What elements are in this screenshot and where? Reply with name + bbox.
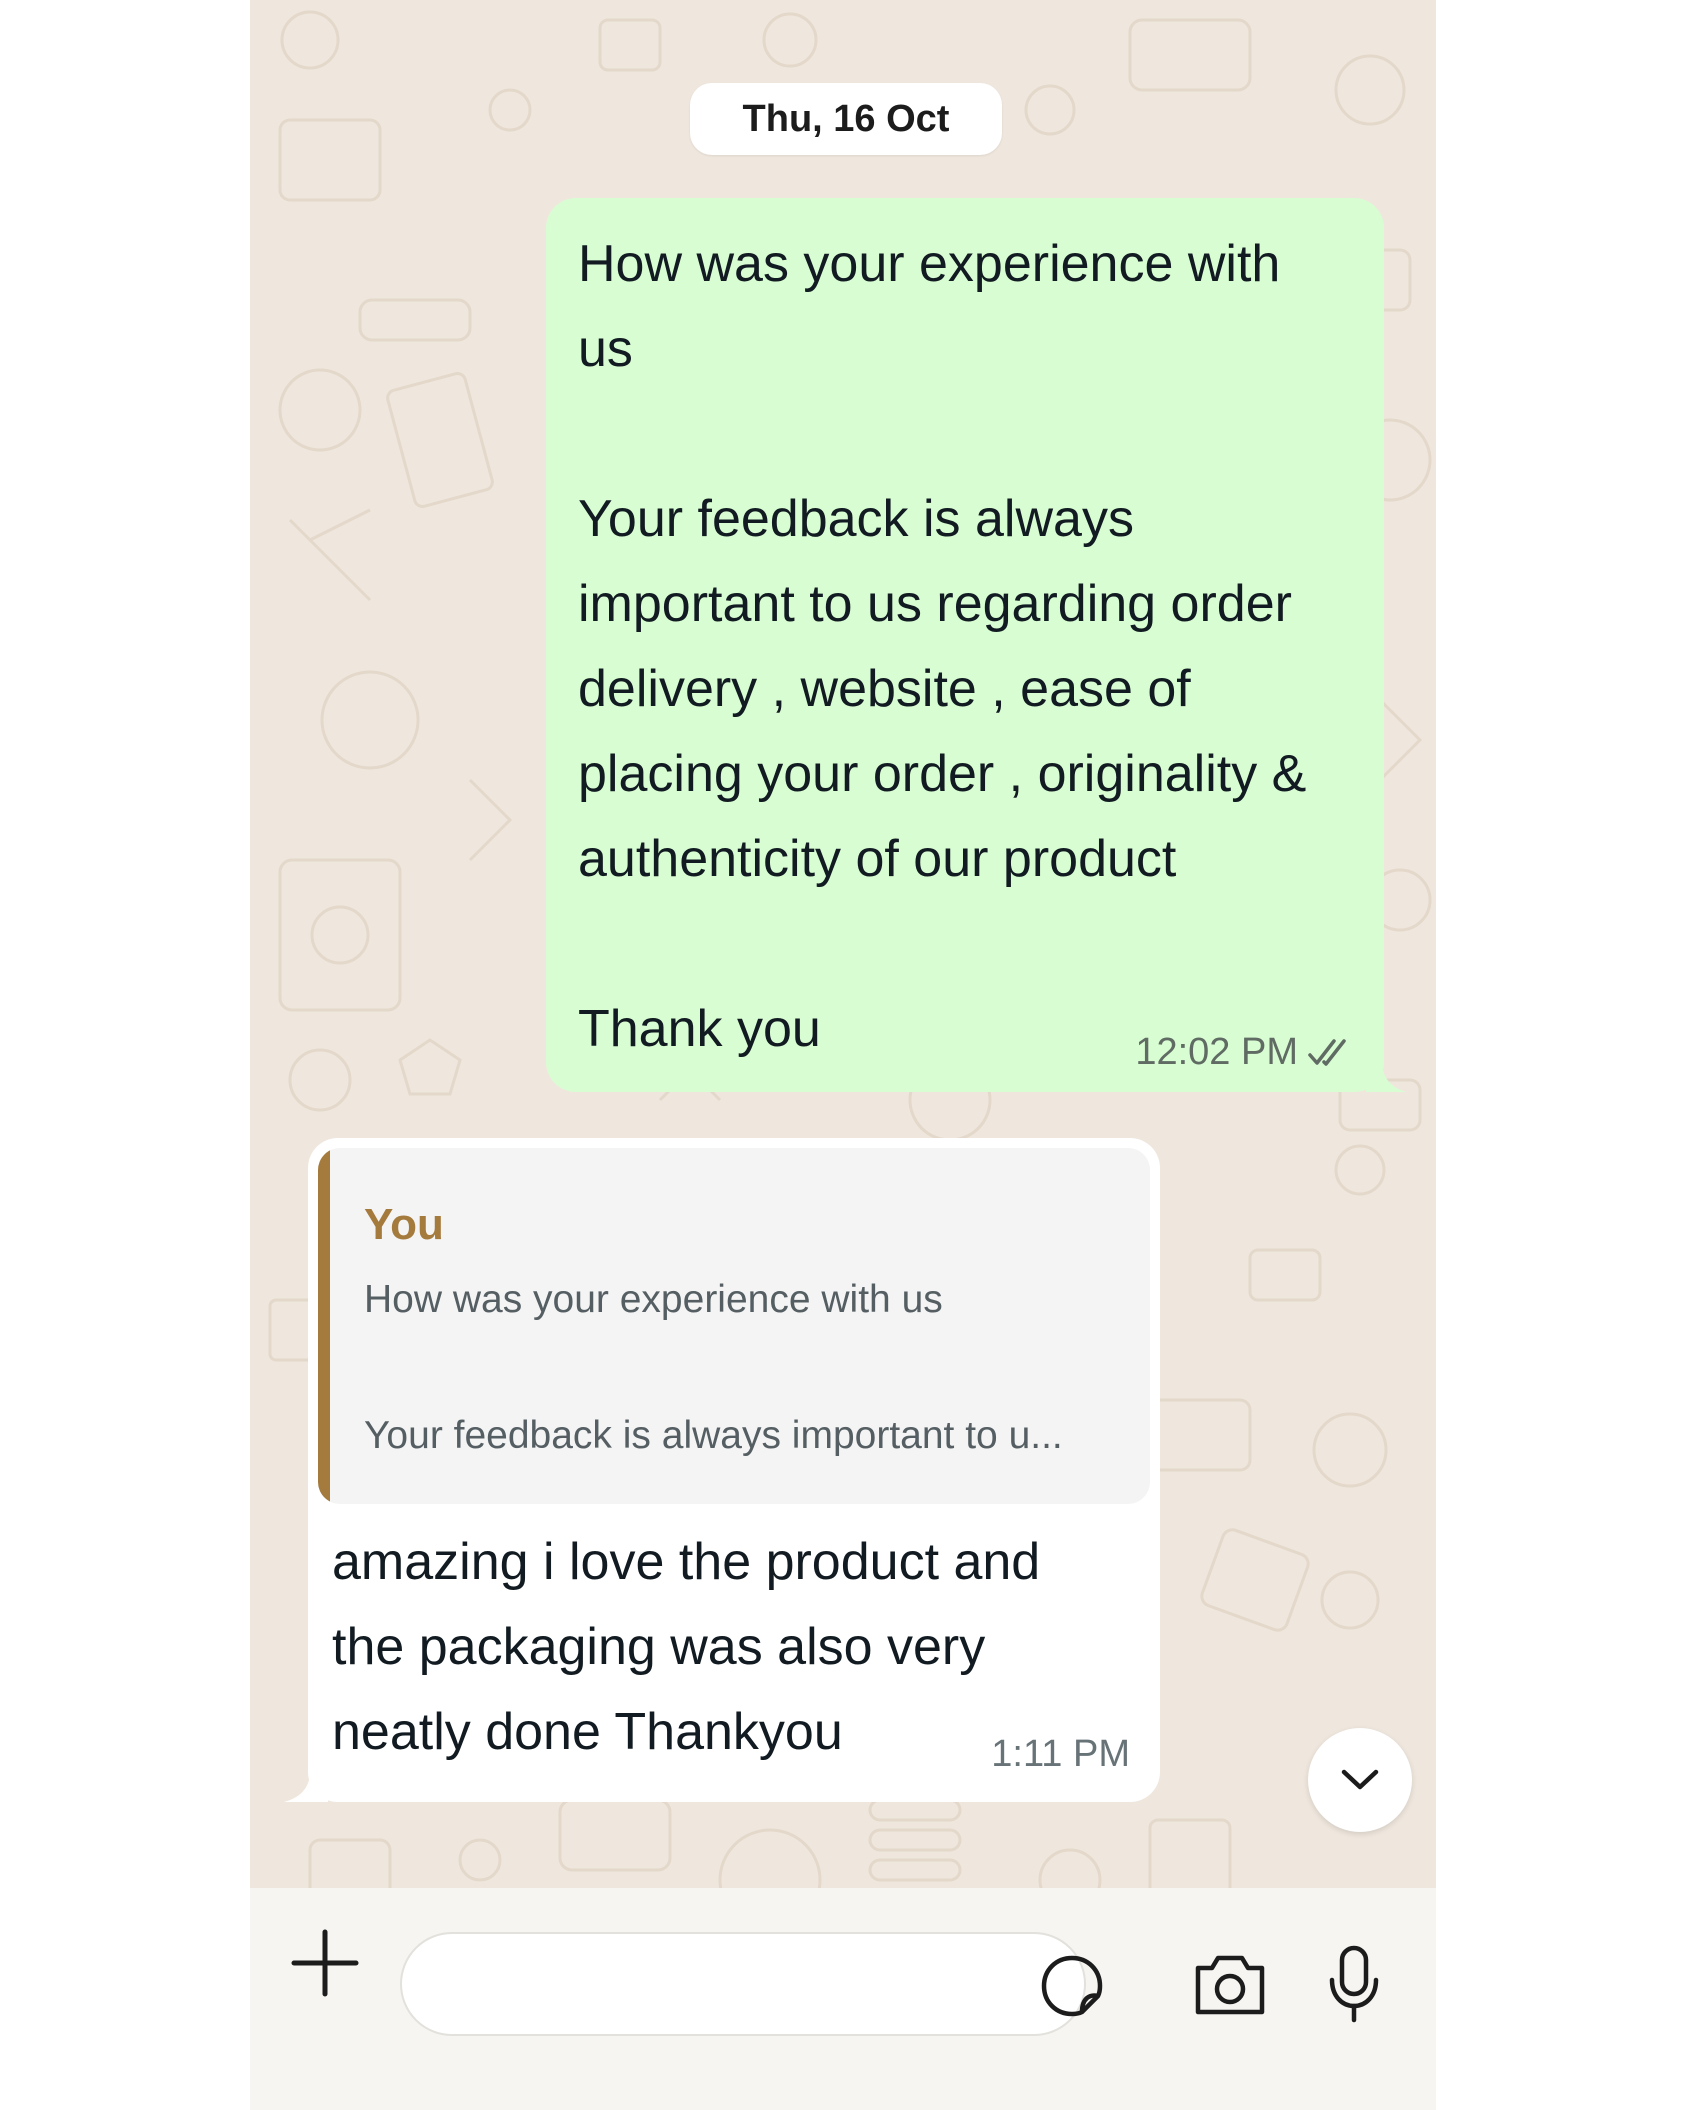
- camera-icon: [1192, 1952, 1268, 2018]
- message-input[interactable]: [400, 1932, 1086, 2036]
- quoted-message[interactable]: You How was your experience with us Your…: [318, 1148, 1150, 1504]
- outgoing-message-text: How was your experience with us Your fee…: [578, 235, 1307, 1058]
- quoted-text-line: How was your experience with us: [364, 1278, 943, 1321]
- incoming-message-bubble[interactable]: You How was your experience with us Your…: [284, 1138, 1160, 1802]
- attach-button[interactable]: [288, 1926, 362, 2000]
- message-composer: [250, 1888, 1436, 2110]
- double-check-icon: [1308, 1038, 1354, 1068]
- voice-message-button[interactable]: [1326, 1944, 1382, 2026]
- bubble-tail: [1366, 1052, 1406, 1092]
- bubble-tail: [284, 1762, 328, 1802]
- outgoing-message-bubble[interactable]: How was your experience with us Your fee…: [546, 198, 1406, 1092]
- date-separator: Thu, 16 Oct: [690, 83, 1002, 155]
- quoted-text-line: Your feedback is always important to u..…: [364, 1414, 1063, 1457]
- sticker-button[interactable]: [1040, 1954, 1104, 2018]
- chevron-down-icon: [1340, 1767, 1380, 1793]
- quoted-author: You: [364, 1200, 444, 1249]
- quote-accent-bar: [318, 1148, 330, 1504]
- camera-button[interactable]: [1192, 1952, 1268, 2018]
- sticker-icon: [1040, 1954, 1104, 2018]
- microphone-icon: [1326, 1944, 1382, 2026]
- message-time: 12:02 PM: [1135, 1031, 1298, 1073]
- scroll-to-bottom-button[interactable]: [1308, 1728, 1412, 1832]
- chat-screen: Thu, 16 Oct How was your experience with…: [250, 0, 1436, 2110]
- message-meta: 12:02 PM: [1135, 1031, 1354, 1074]
- plus-icon: [288, 1926, 362, 2000]
- message-time: 1:11 PM: [991, 1733, 1130, 1775]
